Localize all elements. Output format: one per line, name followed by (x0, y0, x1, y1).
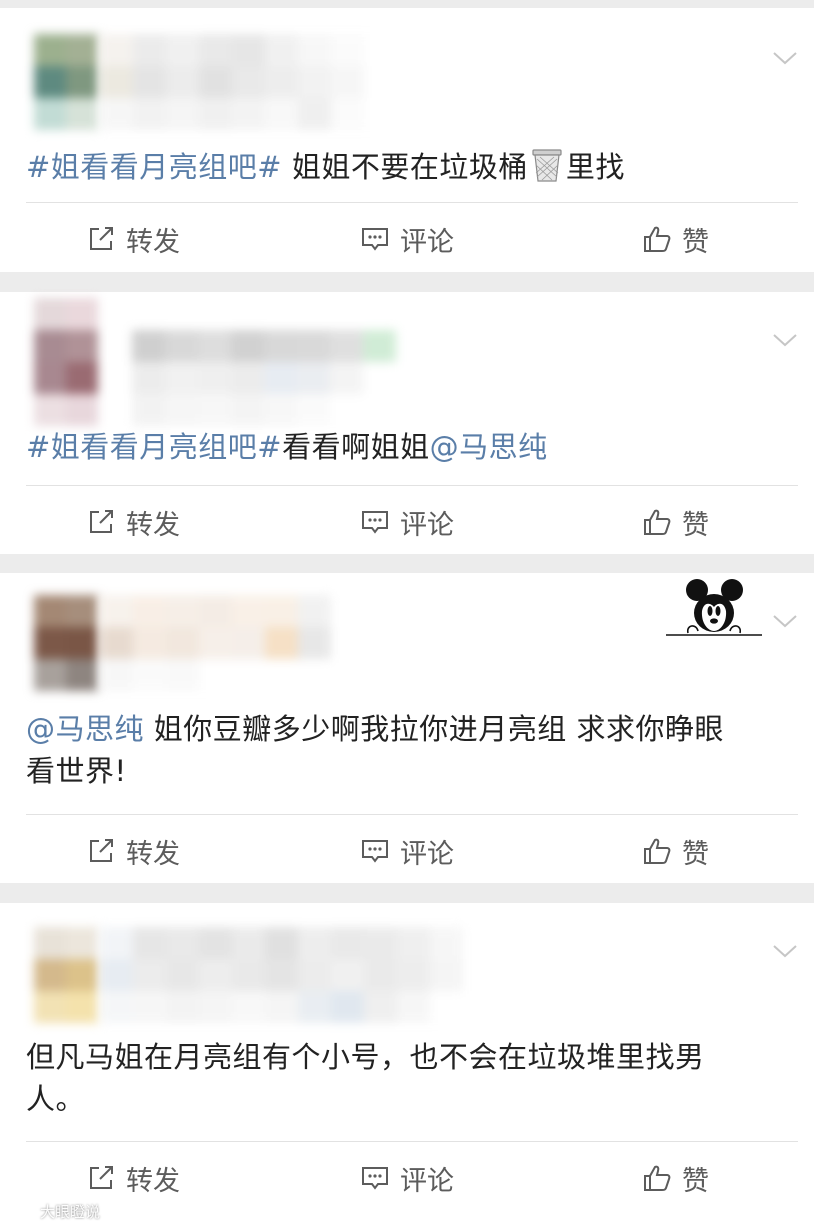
watermark-logo-icon (6, 1204, 33, 1219)
post-line-1: @马思纯 姐你豆瓣多少啊我拉你进月亮组 求求你睁眼 (26, 708, 794, 750)
repost-label: 转发 (126, 1165, 180, 1197)
blurred-username (100, 927, 463, 1023)
comment-icon (362, 840, 388, 863)
blurred-avatar (34, 34, 98, 130)
post-text: #姐看看月亮组吧# 姐姐不要在垃圾桶 里找 (26, 146, 794, 188)
chevron-down-icon[interactable] (772, 943, 798, 959)
comment-label: 评论 (400, 226, 454, 258)
repost-label: 转发 (126, 226, 180, 258)
comment-button[interactable]: 评论 (360, 203, 454, 275)
trash-can-icon (532, 149, 562, 182)
comment-label: 评论 (400, 1165, 454, 1197)
post-text: @马思纯 姐你豆瓣多少啊我拉你进月亮组 求求你睁眼 看世界! (26, 708, 794, 792)
thumbs-up-icon (644, 509, 671, 535)
blurred-username (100, 34, 397, 130)
chevron-down-icon[interactable] (772, 332, 798, 348)
repost-icon (90, 1166, 113, 1189)
post-line-1: 但凡马姐在月亮组有个小号，也不会在垃圾堆里找男 (26, 1040, 705, 1074)
action-bar: 转发 评论 赞 (0, 815, 814, 887)
comment-icon (362, 228, 388, 251)
comment-icon (362, 511, 388, 534)
post-body-end: 里找 (565, 150, 625, 184)
blurred-avatar (34, 927, 98, 1023)
blurred-avatar (34, 298, 98, 426)
like-label: 赞 (682, 838, 709, 870)
comment-label: 评论 (400, 838, 454, 870)
post-line-2: 人。 (26, 1082, 86, 1116)
like-label: 赞 (682, 509, 709, 541)
post-body: 看看啊姐姐 (282, 430, 430, 464)
action-bar: 转发 评论 赞 (0, 1142, 814, 1214)
comment-card: @马思纯 姐你豆瓣多少啊我拉你进月亮组 求求你睁眼 看世界! 转发 评论 赞 (0, 573, 814, 883)
repost-button[interactable]: 转发 (86, 815, 180, 887)
blurred-username (132, 330, 396, 426)
chevron-down-icon[interactable] (772, 50, 798, 66)
watermark-text: 大眼瞪说 (40, 1203, 101, 1221)
repost-icon (90, 227, 113, 250)
thumbs-up-icon (644, 1165, 671, 1191)
comment-icon (362, 1167, 388, 1190)
like-button[interactable]: 赞 (642, 203, 709, 275)
mention-link[interactable]: @马思纯 (430, 430, 548, 464)
post-body: 姐你豆瓣多少啊我拉你进月亮组 求求你睁眼 (144, 712, 724, 746)
comment-label: 评论 (400, 509, 454, 541)
repost-icon (90, 839, 113, 862)
action-bar: 转发 评论 赞 (0, 486, 814, 558)
post-body: 姐姐不要在垃圾桶 (282, 150, 528, 184)
comment-button[interactable]: 评论 (360, 486, 454, 558)
topic-link[interactable]: #姐看看月亮组吧# (26, 430, 282, 464)
comment-button[interactable]: 评论 (360, 1142, 454, 1214)
thumbs-up-icon (644, 838, 671, 864)
thumbs-up-icon (644, 226, 671, 252)
repost-label: 转发 (126, 509, 180, 541)
repost-icon (90, 510, 113, 533)
repost-button[interactable]: 转发 (86, 1142, 180, 1214)
comment-button[interactable]: 评论 (360, 815, 454, 887)
watermark: 大眼瞪说 (6, 1201, 100, 1222)
blurred-username (100, 595, 331, 691)
post-line-2: 看世界! (26, 754, 127, 788)
chevron-down-icon[interactable] (772, 613, 798, 629)
repost-button[interactable]: 转发 (86, 203, 180, 275)
post-text: 但凡马姐在月亮组有个小号，也不会在垃圾堆里找男 人。 (26, 1036, 794, 1120)
like-label: 赞 (682, 226, 709, 258)
mention-link[interactable]: @马思纯 (26, 712, 144, 746)
like-button[interactable]: 赞 (642, 1142, 709, 1214)
comment-card: #姐看看月亮组吧# 姐姐不要在垃圾桶 里找 转发 评论 赞 (0, 8, 814, 272)
post-text: #姐看看月亮组吧#看看啊姐姐@马思纯 (26, 426, 794, 468)
like-button[interactable]: 赞 (642, 815, 709, 887)
blurred-avatar (34, 595, 98, 691)
repost-label: 转发 (126, 838, 180, 870)
comment-card: 但凡马姐在月亮组有个小号，也不会在垃圾堆里找男 人。 转发 评论 赞 (0, 903, 814, 1227)
mickey-mouse-peeking-icon (666, 579, 762, 636)
repost-button[interactable]: 转发 (86, 486, 180, 558)
comment-card: #姐看看月亮组吧#看看啊姐姐@马思纯 转发 评论 赞 (0, 292, 814, 554)
topic-link[interactable]: #姐看看月亮组吧# (26, 150, 282, 184)
action-bar: 转发 评论 赞 (0, 203, 814, 275)
like-button[interactable]: 赞 (642, 486, 709, 558)
like-label: 赞 (682, 1165, 709, 1197)
